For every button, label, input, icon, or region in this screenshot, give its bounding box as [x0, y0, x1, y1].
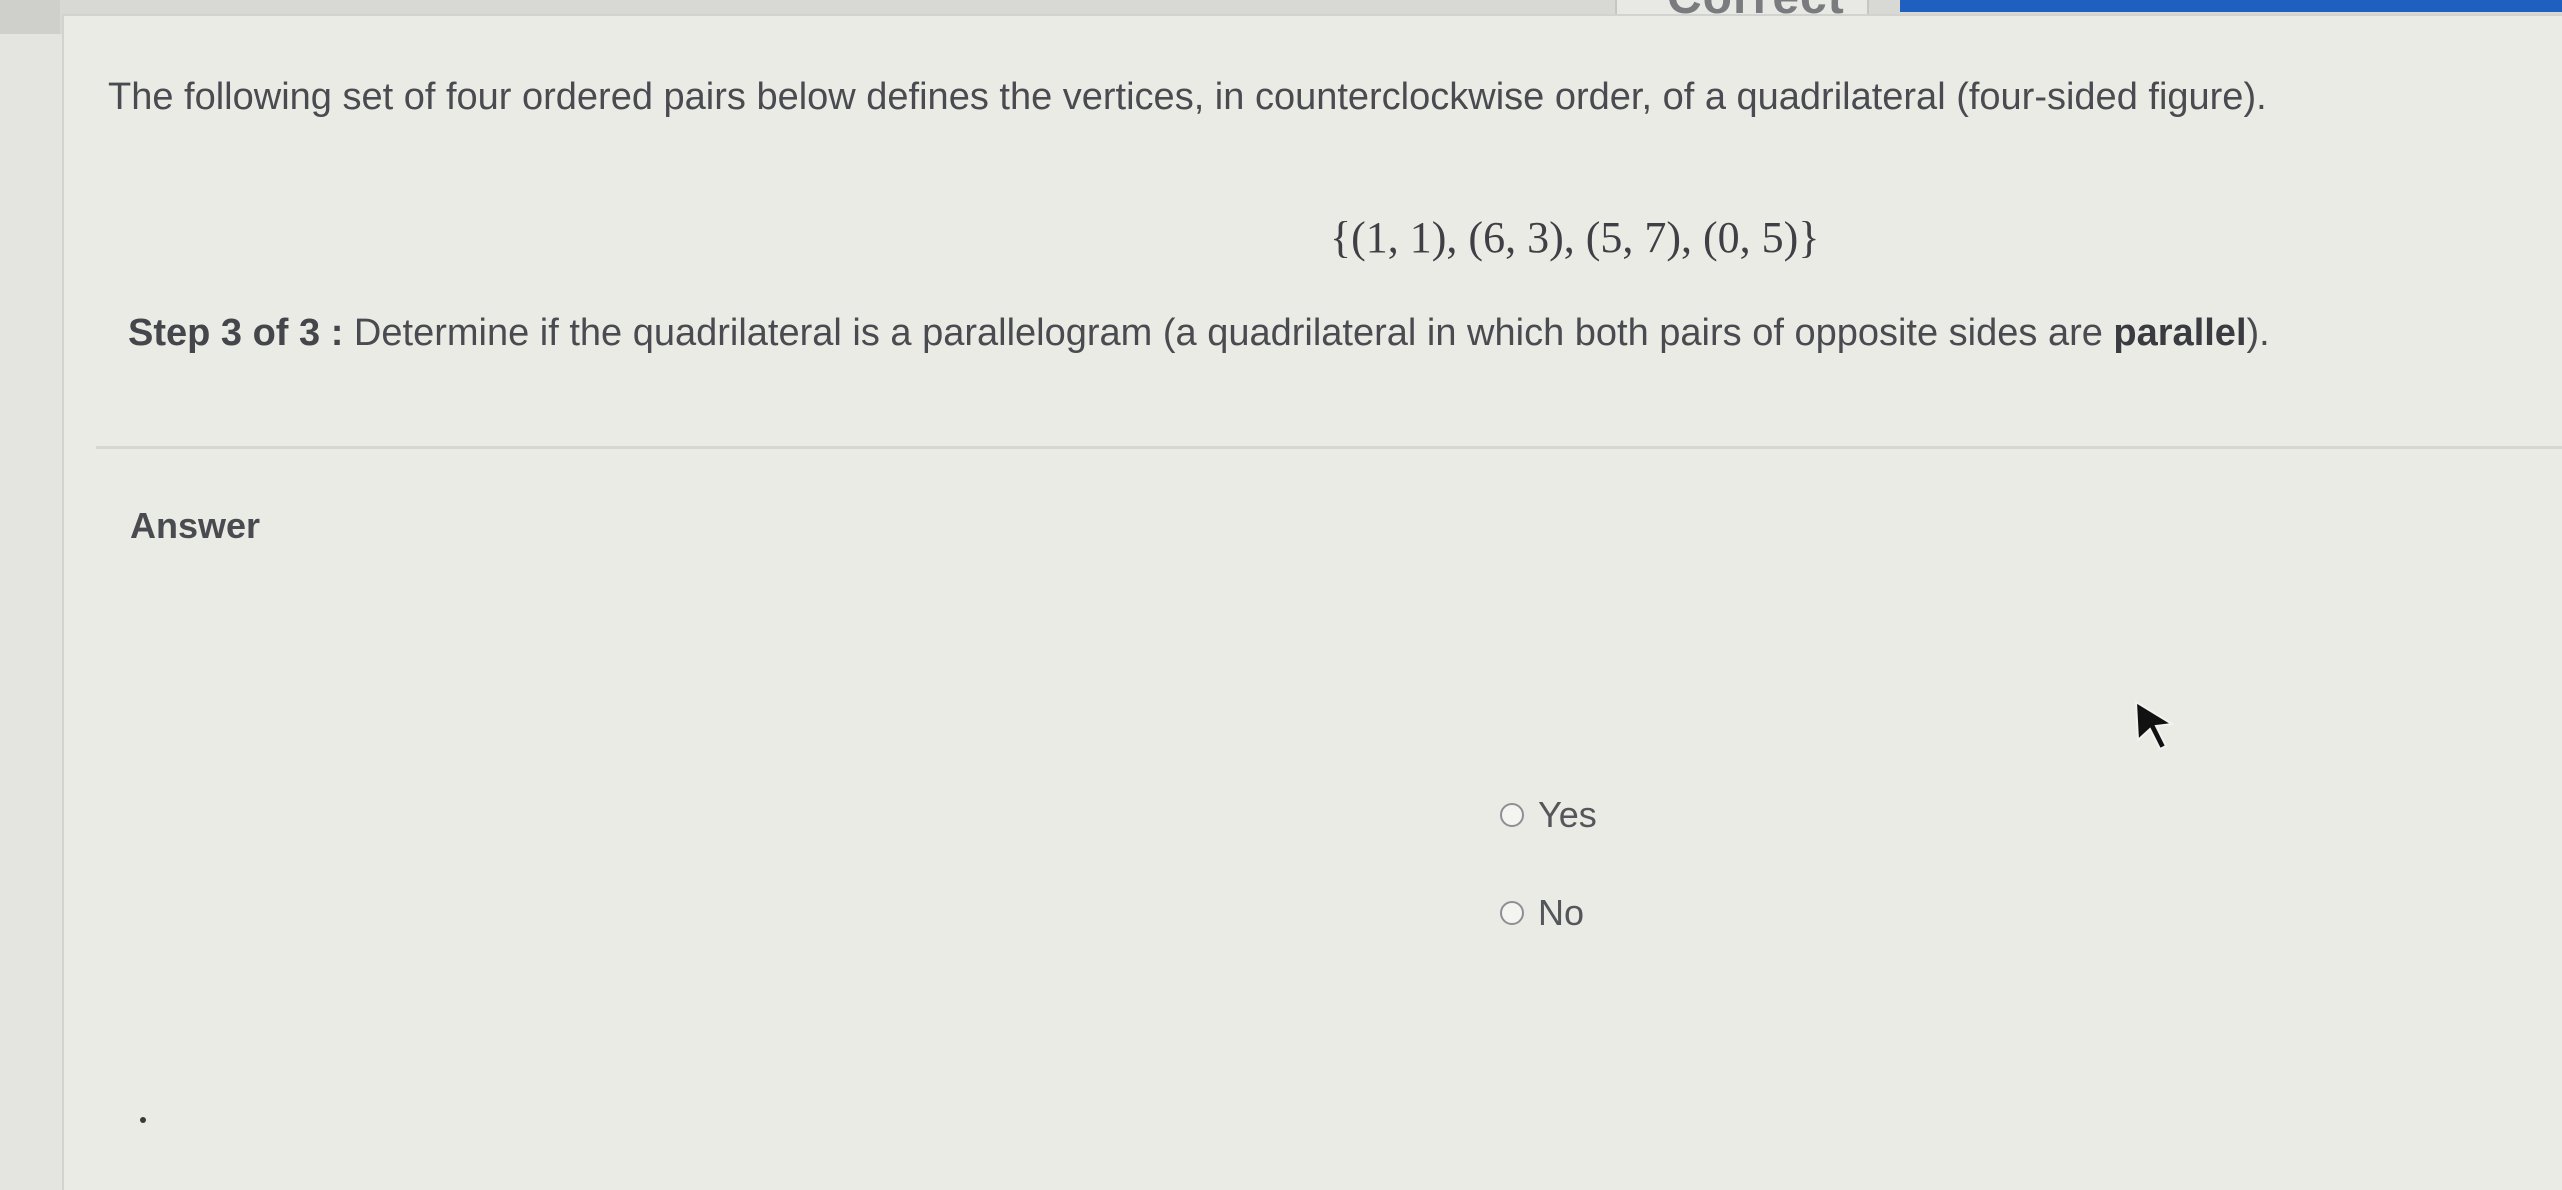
- question-prompt: The following set of four ordered pairs …: [108, 76, 2267, 118]
- step-text-before: Determine if the quadrilateral is a para…: [343, 312, 2114, 354]
- question-panel: [62, 14, 2562, 1190]
- step-text-bold: parallel: [2113, 312, 2247, 354]
- vertices-set: {(1, 1), (6, 3), (5, 7), (0, 5)}: [1330, 213, 1820, 262]
- option-yes[interactable]: Yes: [1500, 794, 1597, 836]
- option-no-label: No: [1538, 892, 1585, 933]
- step-instruction: Step 3 of 3 : Determine if the quadrilat…: [128, 312, 2270, 355]
- step-label: Step 3 of 3 :: [128, 312, 344, 354]
- section-divider: [96, 446, 2562, 449]
- step-text: Determine if the quadrilateral is a para…: [343, 312, 2270, 354]
- tab-left-block: [0, 0, 60, 34]
- step-text-after: ).: [2246, 312, 2270, 354]
- tab-active-indicator[interactable]: [1900, 0, 2562, 12]
- answer-label: Answer: [130, 505, 261, 546]
- radio-yes[interactable]: [1500, 803, 1524, 827]
- radio-no[interactable]: [1500, 901, 1524, 925]
- screen-speck: [140, 1117, 146, 1123]
- option-yes-label: Yes: [1538, 794, 1597, 835]
- option-no[interactable]: No: [1500, 892, 1584, 934]
- mouse-pointer-icon: [2134, 700, 2175, 750]
